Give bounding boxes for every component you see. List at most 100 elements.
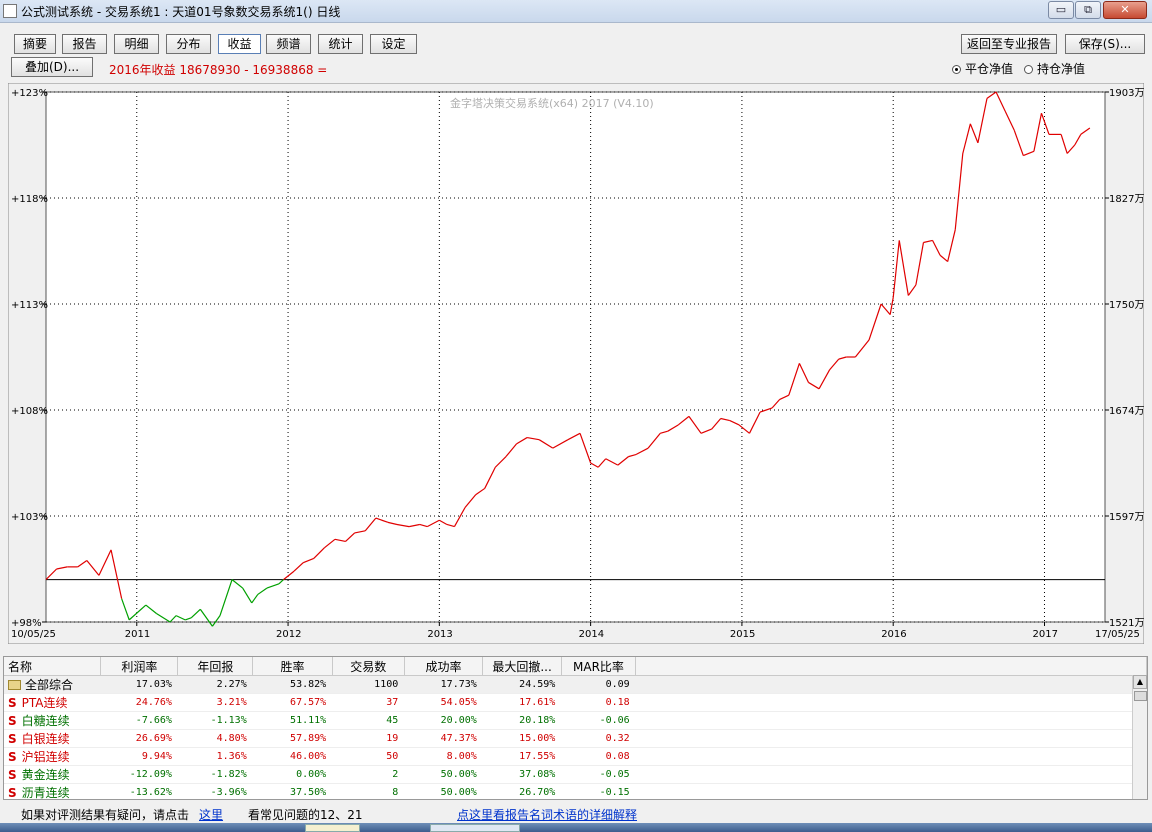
flat-equity-radio[interactable]: 平仓净值: [952, 60, 1013, 77]
table-cell: 8: [332, 783, 405, 799]
row-filler: [635, 747, 1147, 766]
glossary-link[interactable]: 点这里看报告名词术语的详细解释: [457, 806, 637, 823]
row-name-cell: S 白糖连续: [4, 711, 101, 730]
table-cell: 2: [332, 765, 405, 784]
column-header[interactable]: 最大回撤...: [482, 657, 562, 676]
table-row[interactable]: 全部综合 17.03% 2.27% 53.82% 1100 17.73% 24.59% 0.0…: [4, 675, 1147, 694]
row-filler: [635, 729, 1147, 748]
column-header[interactable]: 利润率: [100, 657, 179, 676]
column-header[interactable]: 年回报: [177, 657, 254, 676]
row-name: 白银连续: [21, 732, 70, 746]
table-cell: 24.76%: [100, 693, 178, 712]
row-name: 沥青连续: [21, 786, 70, 800]
equity-chart: +123% 1903万 +118% 1827万 +113% 1750万 +108% 1674万…: [8, 83, 1144, 644]
y-tick-label-right: 1597万: [1109, 512, 1144, 523]
restore-button[interactable]: ⧉: [1075, 1, 1101, 19]
table-cell: 1100: [332, 675, 405, 694]
strategy-s-icon: S: [8, 750, 17, 764]
y-tick-label-left: +123%: [11, 88, 48, 99]
x-end-label: 17/05/25: [1095, 629, 1140, 640]
y-tick-label-left: +118%: [11, 194, 48, 205]
table-row[interactable]: S 黄金连续 -12.09% -1.82% 0.00% 2 50.00% 37.08% -0.0…: [4, 765, 1147, 784]
tab-2[interactable]: 明细: [114, 34, 159, 54]
back-to-report-button[interactable]: 返回至专业报告: [961, 34, 1057, 54]
table-cell: -13.62%: [100, 783, 178, 799]
table-row[interactable]: S 沪铝连续 9.94% 1.36% 46.00% 50 8.00% 17.55% 0.08: [4, 747, 1147, 766]
x-tick-label: 2013: [427, 629, 452, 640]
column-header[interactable]: 胜率: [252, 657, 333, 676]
row-name-cell: S 沪铝连续: [4, 747, 101, 766]
table-row[interactable]: S 白糖连续 -7.66% -1.13% 51.11% 45 20.00% 20.18% -0.…: [4, 711, 1147, 730]
faq-text: 看常见问题的12、21: [248, 808, 363, 822]
tab-7[interactable]: 设定: [370, 34, 417, 54]
column-header[interactable]: MAR比率: [561, 657, 637, 676]
table-cell: -1.13%: [177, 711, 253, 730]
table-cell: 37: [332, 693, 405, 712]
table-cell: -0.05: [561, 765, 636, 784]
column-header[interactable]: 名称: [4, 657, 102, 676]
plot-area: [45, 91, 1106, 623]
table-row[interactable]: S 白银连续 26.69% 4.80% 57.89% 19 47.37% 15.00% 0.32: [4, 729, 1147, 748]
app-icon: [3, 4, 17, 18]
table-cell: 45: [332, 711, 405, 730]
table-cell: 0.09: [561, 675, 636, 694]
table-row[interactable]: S PTA连续 24.76% 3.21% 67.57% 37 54.05% 17.61% 0.1…: [4, 693, 1147, 712]
row-filler: [635, 711, 1147, 730]
scroll-thumb[interactable]: [1134, 691, 1147, 701]
table-cell: 24.59%: [482, 675, 562, 694]
table-cell: -0.15: [561, 783, 636, 799]
close-button[interactable]: ✕: [1103, 1, 1147, 19]
tab-6[interactable]: 统计: [318, 34, 363, 54]
footer-bar: 如果对评测结果有疑问，请点击 这里 看常见问题的12、21 点这里看报告名词术语…: [0, 803, 1152, 823]
column-header[interactable]: 交易数: [332, 657, 405, 676]
window-title: 公式测试系统 - 交易系统1 : 天道01号象数交易系统1() 日线: [21, 5, 341, 19]
table-row[interactable]: S 沥青连续 -13.62% -3.96% 37.50% 8 50.00% 26.70% -0.…: [4, 783, 1147, 800]
table-cell: 17.55%: [482, 747, 562, 766]
row-name-cell: S 白银连续: [4, 729, 101, 748]
table-cell: -12.09%: [100, 765, 178, 784]
row-name-cell: S 沥青连续: [4, 783, 101, 800]
x-tick-label: 2012: [276, 629, 301, 640]
table-cell: 37.08%: [482, 765, 562, 784]
x-tick-label: 2016: [881, 629, 906, 640]
tab-1[interactable]: 报告: [62, 34, 107, 54]
x-tick-label: 2011: [125, 629, 150, 640]
table-cell: 2.27%: [177, 675, 253, 694]
here-link[interactable]: 这里: [199, 806, 223, 823]
table-cell: -3.96%: [177, 783, 253, 799]
column-header[interactable]: 成功率: [404, 657, 484, 676]
tab-4[interactable]: 收益: [218, 34, 261, 54]
table-cell: -0.06: [561, 711, 636, 730]
table-cell: 51.11%: [252, 711, 333, 730]
row-name: 全部综合: [25, 678, 74, 692]
results-table-panel: 名称 利润率 年回报 胜率 交易数 成功率 最大回撤... MAR比率 全部综合 17.03% 2…: [3, 656, 1148, 800]
scroll-up-icon[interactable]: ▲: [1133, 675, 1147, 689]
radio-unselected-icon: [1024, 65, 1033, 74]
strategy-s-icon: S: [8, 768, 17, 782]
table-cell: 19: [332, 729, 405, 748]
table-cell: 9.94%: [100, 747, 178, 766]
taskbar-item[interactable]: [305, 824, 360, 832]
tab-0[interactable]: 摘要: [14, 34, 56, 54]
tab-3[interactable]: 分布: [166, 34, 211, 54]
table-cell: 0.00%: [252, 765, 333, 784]
hold-equity-radio[interactable]: 持仓净值: [1024, 60, 1085, 77]
y-tick-label-left: +98%: [11, 618, 42, 629]
minimize-button[interactable]: ▭: [1048, 1, 1074, 19]
table-cell: 4.80%: [177, 729, 253, 748]
table-cell: 53.82%: [252, 675, 333, 694]
table-cell: 17.61%: [482, 693, 562, 712]
vertical-scrollbar[interactable]: ▲: [1132, 675, 1147, 799]
header-filler: [635, 657, 1147, 676]
table-cell: 47.37%: [404, 729, 483, 748]
save-button[interactable]: 保存(S)...: [1065, 34, 1145, 54]
y-tick-label-left: +103%: [11, 512, 48, 523]
table-cell: 1.36%: [177, 747, 253, 766]
overlay-button[interactable]: 叠加(D)...: [11, 57, 93, 77]
table-cell: 37.50%: [252, 783, 333, 799]
table-cell: 46.00%: [252, 747, 333, 766]
tab-5[interactable]: 频谱: [266, 34, 311, 54]
strategy-s-icon: S: [8, 786, 17, 800]
taskbar-item[interactable]: [430, 824, 520, 832]
equity-chart-svg: +123% 1903万 +118% 1827万 +113% 1750万 +108% 1674万…: [8, 83, 1144, 644]
